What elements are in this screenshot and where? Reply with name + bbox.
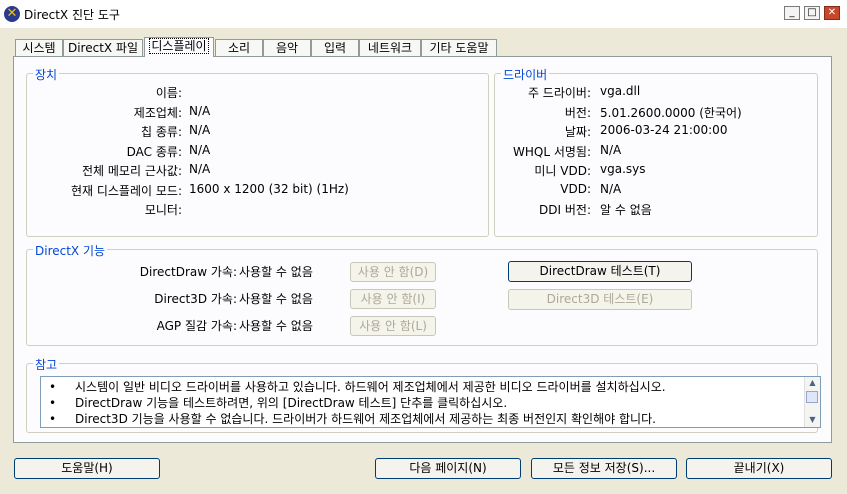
driver-group-title: 드라이버	[501, 66, 550, 83]
next-page-button[interactable]: 다음 페이지(N)	[375, 458, 521, 479]
tab-label: 기타 도움말	[429, 41, 489, 55]
disable-direct3d-button[interactable]: 사용 안 함(I)	[350, 289, 436, 309]
directx-logo-icon: ✕	[4, 6, 20, 22]
monitor-label: 모니터:	[144, 203, 182, 217]
direct3d-accel-label: Direct3D 가속:	[154, 292, 237, 306]
tab-label: 입력	[323, 41, 347, 55]
total-memory-value: N/A	[189, 162, 211, 176]
mini-vdd-value: vga.sys	[600, 162, 646, 176]
driver-group: 드라이버 주 드라이버: vga.dll 버전: 5.01.2600.0000 …	[494, 66, 818, 237]
title-bar: ✕ DirectX 진단 도구 _ □ ✕	[0, 0, 847, 28]
bullet: •	[49, 412, 57, 426]
device-group: 장치 이름: 제조업체: N/A 칩 종류: N/A DAC 종류: N/A 전…	[26, 66, 489, 237]
ddi-version-label: DDI 버전:	[539, 203, 591, 217]
ddi-version-value: 알 수 없음	[600, 203, 652, 217]
version-label: 버전:	[564, 106, 591, 120]
date-value: 2006-03-24 21:00:00	[600, 123, 728, 137]
tab-music[interactable]: 음악	[263, 39, 311, 56]
notes-title: 참고	[33, 356, 60, 373]
tab-network[interactable]: 네트워크	[359, 39, 421, 56]
notes-textbox[interactable]: • 시스템이 일반 비디오 드라이버를 사용하고 있습니다. 하드웨어 제조업체에…	[40, 376, 821, 428]
tab-input[interactable]: 입력	[311, 39, 359, 56]
direct3d-accel-value: 사용할 수 없음	[239, 292, 313, 306]
exit-button[interactable]: 끝내기(X)	[686, 458, 832, 479]
directx-features-title: DirectX 기능	[33, 242, 108, 259]
manufacturer-value: N/A	[189, 104, 211, 118]
notes-group: 참고 • 시스템이 일반 비디오 드라이버를 사용하고 있습니다. 하드웨어 제조…	[26, 356, 821, 433]
tab-directx-files[interactable]: DirectX 파일	[63, 39, 143, 56]
save-all-info-button[interactable]: 모든 정보 저장(S)...	[531, 458, 677, 479]
tab-more-help[interactable]: 기타 도움말	[421, 39, 497, 56]
dac-type-label: DAC 종류:	[126, 145, 182, 159]
whql-value: N/A	[600, 143, 622, 157]
window-title: DirectX 진단 도구	[24, 8, 120, 22]
minimize-button[interactable]: _	[784, 6, 800, 20]
test-direct3d-button[interactable]: Direct3D 테스트(E)	[508, 289, 692, 310]
version-value: 5.01.2600.0000 (한국어)	[600, 106, 742, 120]
disable-directdraw-button[interactable]: 사용 안 함(D)	[350, 262, 436, 282]
bullet: •	[49, 396, 57, 410]
total-memory-label: 전체 메모리 근사값:	[82, 164, 182, 178]
help-button[interactable]: 도움말(H)	[14, 458, 160, 479]
vdd-label: VDD:	[560, 182, 591, 196]
note-line: • Direct3D 기능을 사용할 수 없습니다. 드라이버가 하드웨어 제조업…	[49, 410, 656, 427]
notes-scrollbar[interactable]: ▲ ▼	[804, 377, 820, 427]
tab-sound[interactable]: 소리	[215, 39, 263, 56]
main-driver-value: vga.dll	[600, 84, 641, 98]
date-label: 날짜:	[564, 125, 591, 139]
device-name-label: 이름:	[155, 86, 182, 100]
tab-label: 네트워크	[367, 41, 413, 55]
tab-label: 소리	[227, 41, 251, 55]
tab-label: 시스템	[22, 41, 56, 55]
test-directdraw-button[interactable]: DirectDraw 테스트(T)	[508, 261, 692, 282]
directdraw-accel-label: DirectDraw 가속:	[139, 265, 237, 279]
display-tab-panel: 장치 이름: 제조업체: N/A 칩 종류: N/A DAC 종류: N/A 전…	[13, 56, 832, 443]
manufacturer-label: 제조업체:	[133, 106, 182, 120]
note-text: DirectDraw 기능을 테스트하려면, 위의 [DirectDraw 테스…	[75, 396, 508, 410]
vdd-value: N/A	[600, 182, 622, 196]
chip-type-value: N/A	[189, 123, 211, 137]
whql-label: WHQL 서명됨:	[513, 145, 591, 159]
tab-label: DirectX 파일	[67, 41, 139, 55]
directx-features-group: DirectX 기능 DirectDraw 가속: 사용할 수 없음 사용 안 …	[26, 242, 818, 346]
mini-vdd-label: 미니 VDD:	[534, 164, 591, 178]
maximize-button[interactable]: □	[804, 6, 820, 20]
device-group-title: 장치	[33, 66, 60, 83]
tab-label: 디스플레이	[149, 38, 209, 54]
scroll-thumb[interactable]	[806, 391, 818, 403]
display-mode-label: 현재 디스플레이 모드:	[70, 184, 182, 198]
tab-label: 음악	[275, 41, 299, 55]
tab-display[interactable]: 디스플레이	[144, 37, 214, 57]
agp-accel-value: 사용할 수 없음	[239, 319, 313, 333]
note-text: 시스템이 일반 비디오 드라이버를 사용하고 있습니다. 하드웨어 제조업체에서…	[75, 380, 666, 394]
directdraw-accel-value: 사용할 수 없음	[239, 265, 313, 279]
disable-agp-button[interactable]: 사용 안 함(L)	[350, 316, 436, 336]
note-line: • 시스템이 일반 비디오 드라이버를 사용하고 있습니다. 하드웨어 제조업체에…	[49, 378, 666, 395]
tab-system[interactable]: 시스템	[15, 39, 63, 56]
close-button[interactable]: ✕	[824, 6, 840, 20]
note-line: • DirectDraw 기능을 테스트하려면, 위의 [DirectDraw 테…	[49, 394, 507, 411]
note-text: Direct3D 기능을 사용할 수 없습니다. 드라이버가 하드웨어 제조업체…	[75, 412, 656, 426]
agp-accel-label: AGP 질감 가속:	[156, 319, 237, 333]
bullet: •	[49, 380, 57, 394]
main-driver-label: 주 드라이버:	[527, 86, 591, 100]
chip-type-label: 칩 종류:	[141, 125, 182, 139]
scroll-down-icon[interactable]: ▼	[807, 415, 818, 425]
dac-type-value: N/A	[189, 143, 211, 157]
display-mode-value: 1600 x 1200 (32 bit) (1Hz)	[189, 182, 349, 196]
scroll-up-icon[interactable]: ▲	[807, 378, 818, 388]
